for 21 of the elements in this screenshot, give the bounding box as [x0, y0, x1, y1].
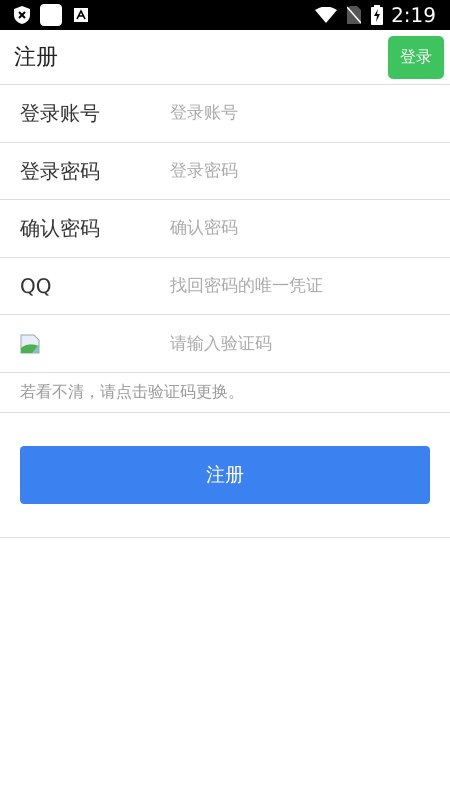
broken-image-icon[interactable] — [20, 334, 40, 354]
field-label: 登录账号 — [20, 100, 100, 128]
no-sim-icon — [347, 6, 362, 24]
input-field[interactable]: 确认密码 — [170, 208, 430, 248]
shield-icon — [14, 6, 30, 24]
input-field[interactable]: 请输入验证码 — [170, 324, 430, 364]
hint-text: 若看不清，请点击验证码更换。 — [20, 381, 244, 404]
register-button[interactable]: 注册 — [20, 446, 430, 504]
page-title: 注册 — [14, 44, 58, 72]
input-field[interactable]: 登录账号 — [170, 93, 430, 134]
field-label: 确认密码 — [20, 215, 100, 242]
login-button[interactable]: 登录 — [388, 36, 444, 78]
field-label: QQ — [20, 273, 52, 300]
wifi-icon — [315, 7, 338, 23]
app-icon — [40, 4, 62, 26]
font-icon — [74, 8, 88, 22]
input-field[interactable]: 找回密码的唯一凭证 — [170, 266, 430, 306]
battery-icon — [371, 5, 384, 25]
clock-time: 2:19 — [391, 2, 436, 29]
input-field[interactable]: 登录密码 — [170, 150, 430, 191]
field-label: 登录密码 — [20, 158, 100, 185]
